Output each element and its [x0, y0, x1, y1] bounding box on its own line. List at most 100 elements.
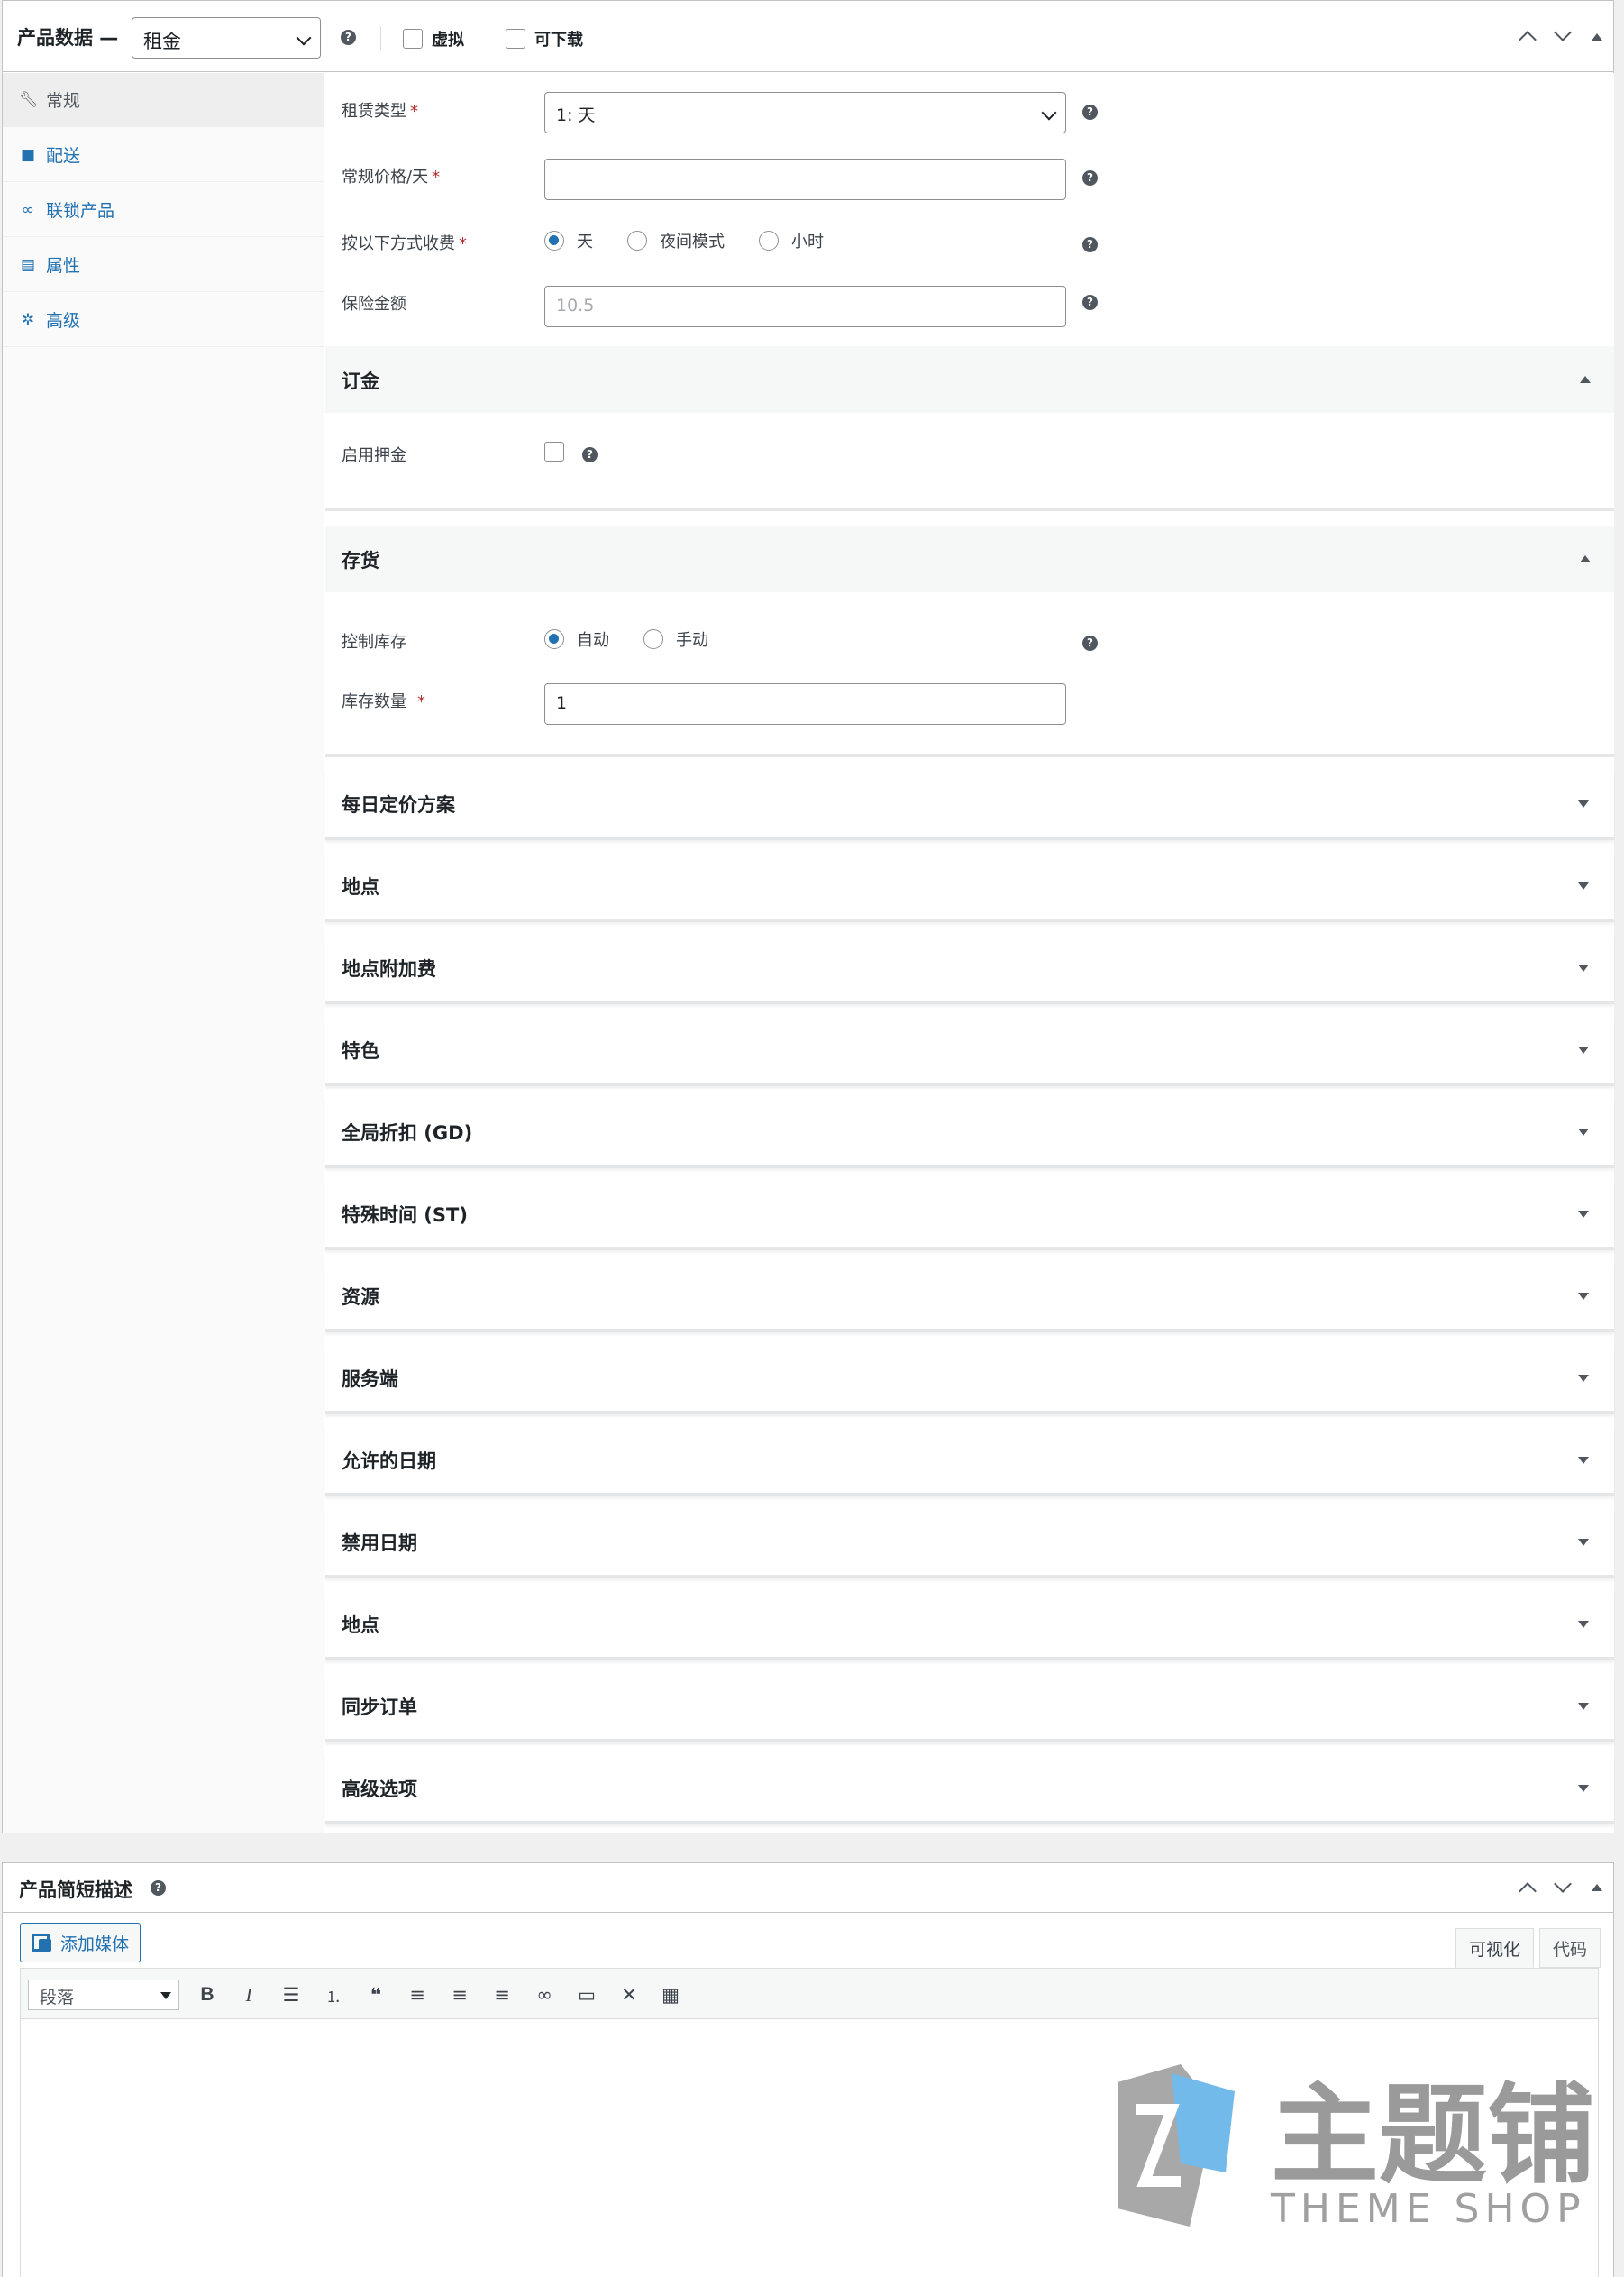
accordion-locations-2[interactable]: 地点: [325, 1589, 1614, 1660]
expand-icon: [1578, 1293, 1589, 1300]
tab-code[interactable]: 代码: [1539, 1928, 1601, 1968]
read-more-icon[interactable]: ▭: [570, 1980, 603, 2010]
charge-by-hour-option[interactable]: 小时: [759, 229, 824, 252]
rental-type-value: 1: 天: [556, 105, 596, 125]
align-left-icon[interactable]: ≡: [401, 1980, 433, 2010]
radio-button[interactable]: [643, 629, 663, 649]
accordion-sync-orders[interactable]: 同步订单: [325, 1671, 1614, 1742]
charge-by-label: 按以下方式收费 *: [342, 234, 467, 253]
tab-attributes[interactable]: ▤ 属性: [3, 238, 324, 292]
accordion-disabled-dates[interactable]: 禁用日期: [325, 1507, 1614, 1578]
tab-visual[interactable]: 可视化: [1455, 1928, 1535, 1968]
short-description-title: 产品简短描述: [19, 1879, 132, 1901]
product-type-select[interactable]: 租金: [132, 17, 321, 59]
move-down-icon[interactable]: [1554, 23, 1572, 41]
help-icon[interactable]: ?: [1082, 636, 1098, 651]
tab-shipping[interactable]: ■ 配送: [3, 128, 324, 182]
manage-stock-label: 控制库存: [342, 633, 406, 652]
accordion-locations[interactable]: 地点: [325, 851, 1614, 922]
insurance-input[interactable]: 10.5: [544, 286, 1066, 327]
link-icon[interactable]: ∞: [528, 1980, 561, 2010]
align-center-icon[interactable]: ≡: [443, 1980, 476, 2010]
collapse-icon[interactable]: [1580, 376, 1591, 383]
section-title: 订金: [342, 370, 379, 392]
enable-deposit-label: 启用押金: [342, 446, 406, 465]
media-icon: [32, 1934, 51, 1952]
move-down-icon[interactable]: [1554, 1875, 1572, 1893]
product-data-header: 产品数据 — 租金 ? 虚拟 可下载: [3, 1, 1613, 72]
accordion-allowed-dates[interactable]: 允许的日期: [325, 1425, 1614, 1496]
bullet-list-icon[interactable]: ☰: [275, 1980, 307, 2010]
help-icon[interactable]: ?: [1082, 170, 1098, 186]
virtual-checkbox[interactable]: [403, 29, 423, 49]
accordion-special-time[interactable]: 特殊时间 (ST): [325, 1179, 1614, 1250]
format-select[interactable]: 段落: [28, 1980, 179, 2010]
editor-toolbar: 段落 B I ☰ ⒈ ❝ ≡ ≡ ≡ ∞ ▭ ✕ ▦: [21, 1969, 1598, 2019]
accordion-global-discount[interactable]: 全局折扣 (GD): [325, 1097, 1614, 1168]
collapse-toggle-icon[interactable]: [1592, 1884, 1602, 1891]
move-up-icon[interactable]: [1519, 31, 1537, 49]
regular-price-input[interactable]: [544, 159, 1066, 200]
watermark-brand-text: 主题铺: [1271, 2073, 1595, 2199]
help-icon[interactable]: ?: [1082, 105, 1098, 120]
product-type-value: 租金: [143, 31, 181, 52]
charge-by-day-option[interactable]: 天: [544, 229, 593, 252]
downloadable-checkbox-row[interactable]: 可下载: [506, 27, 583, 50]
inventory-section-header[interactable]: 存货: [325, 526, 1614, 592]
bold-icon[interactable]: B: [191, 1980, 224, 2010]
expand-icon: [1578, 1375, 1589, 1382]
enable-deposit-checkbox[interactable]: [544, 442, 564, 462]
chevron-down-icon: [296, 30, 312, 46]
toolbar-toggle-icon[interactable]: ▦: [654, 1980, 687, 2010]
accordion-services[interactable]: 服务端: [325, 1343, 1614, 1414]
accordion-location-surcharge[interactable]: 地点附加费: [325, 933, 1614, 1004]
radio-button[interactable]: [759, 231, 779, 251]
truck-icon: ■: [20, 145, 36, 164]
numbered-list-icon[interactable]: ⒈: [317, 1980, 350, 2010]
radio-button[interactable]: [544, 629, 564, 649]
list-icon: ▤: [20, 255, 36, 274]
link-icon: ∞: [21, 200, 35, 219]
accordion-features[interactable]: 特色: [325, 1015, 1614, 1086]
accordion-daily-pricing[interactable]: 每日定价方案: [325, 769, 1614, 840]
downloadable-label: 可下载: [534, 31, 583, 50]
italic-icon[interactable]: I: [233, 1980, 265, 2010]
help-icon[interactable]: ?: [341, 30, 356, 45]
manage-stock-manual-option[interactable]: 手动: [643, 627, 708, 651]
help-icon[interactable]: ?: [1082, 237, 1098, 252]
collapse-toggle-icon[interactable]: [1592, 33, 1602, 41]
tab-advanced[interactable]: ✲ 高级: [3, 293, 324, 347]
accordion-resources[interactable]: 资源: [325, 1261, 1614, 1332]
move-up-icon[interactable]: [1519, 1882, 1537, 1900]
help-icon[interactable]: ?: [582, 447, 598, 462]
deposit-section-header[interactable]: 订金: [325, 346, 1614, 413]
radio-button[interactable]: [544, 231, 564, 251]
help-icon[interactable]: ?: [151, 1880, 166, 1896]
accordion-advanced-options[interactable]: 高级选项: [325, 1753, 1614, 1824]
insurance-label: 保险金额: [342, 295, 406, 314]
align-right-icon[interactable]: ≡: [486, 1980, 518, 2010]
collapse-icon[interactable]: [1580, 555, 1591, 562]
wrench-icon: 🔧︎: [19, 90, 39, 109]
blockquote-icon[interactable]: ❝: [360, 1980, 392, 2010]
manage-stock-radio-group: 自动 手动: [544, 627, 743, 651]
tab-label: 高级: [46, 311, 81, 331]
radio-button[interactable]: [627, 231, 647, 251]
tab-linked-products[interactable]: ∞ 联锁产品: [3, 183, 324, 237]
help-icon[interactable]: ?: [1082, 295, 1098, 310]
fullscreen-icon[interactable]: ✕: [613, 1980, 645, 2010]
divider: [380, 26, 381, 50]
section-title: 存货: [342, 550, 379, 572]
virtual-checkbox-row[interactable]: 虚拟: [403, 27, 464, 50]
deposit-section-body: 启用押金 ?: [325, 413, 1614, 511]
stock-qty-input[interactable]: 1: [544, 683, 1066, 725]
downloadable-checkbox[interactable]: [506, 29, 525, 49]
short-description-header: 产品简短描述 ?: [3, 1863, 1613, 1913]
rental-type-select[interactable]: 1: 天: [544, 92, 1066, 133]
tab-label: 常规: [46, 91, 81, 111]
add-media-button[interactable]: 添加媒体: [20, 1923, 141, 1962]
tab-general[interactable]: 🔧︎ 常规: [3, 73, 324, 127]
charge-by-night-option[interactable]: 夜间模式: [627, 229, 725, 252]
expand-icon: [1578, 1129, 1589, 1136]
manage-stock-auto-option[interactable]: 自动: [544, 627, 609, 651]
